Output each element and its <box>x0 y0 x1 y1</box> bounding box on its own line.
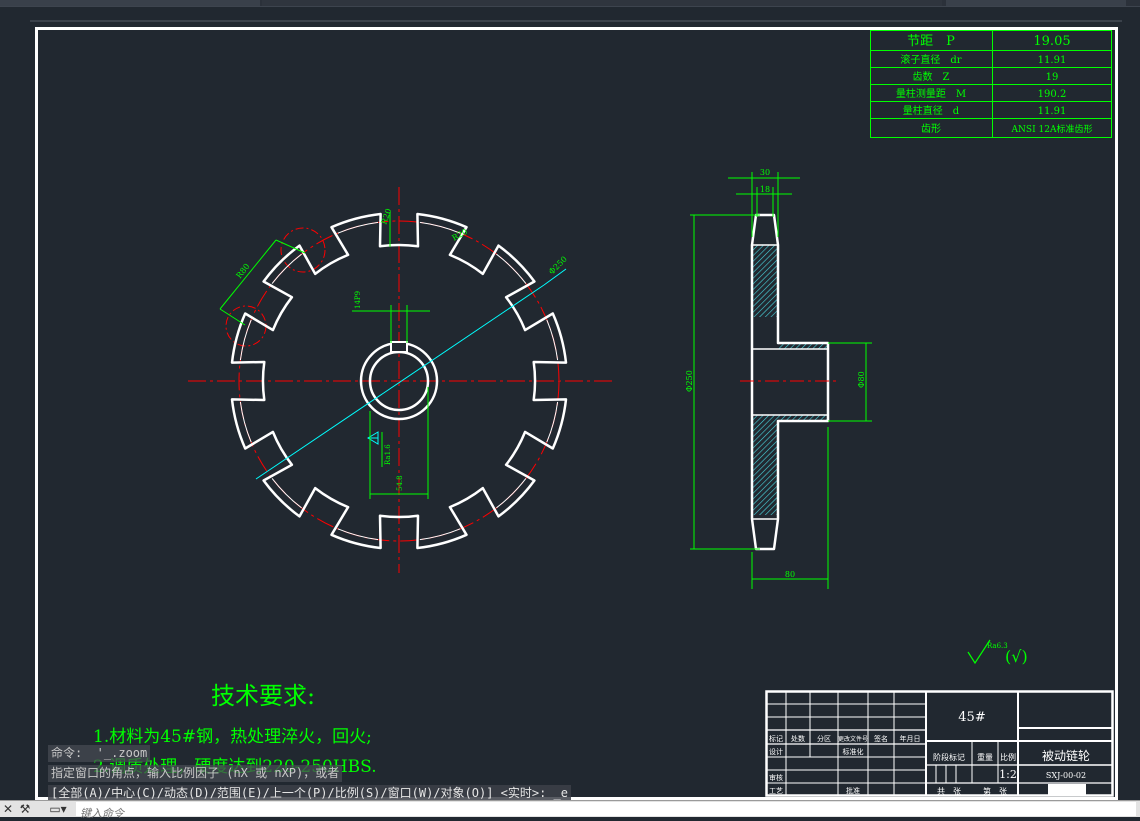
recent-commands-icon[interactable]: ▭▾ <box>44 801 72 817</box>
param-name-2: 齿数 Z <box>913 70 950 83</box>
customize-wrench-icon[interactable]: ⚒ <box>18 801 32 817</box>
tb-header-0: 标记 <box>769 734 783 743</box>
dim-keyway-label: 14P9 <box>354 291 362 309</box>
tb-material: 45# <box>958 710 985 725</box>
keyway <box>390 341 408 353</box>
surface-finish-paren: (√) <box>1005 647 1028 666</box>
tb-ratio: 比例 <box>1000 752 1016 762</box>
tb-header-4: 签名 <box>874 734 888 743</box>
roughness-label: Ra1.6 <box>384 444 392 465</box>
dim-phi80-side: Φ80 <box>857 371 866 388</box>
tb-std: 标准化 <box>843 747 864 756</box>
sprocket-side-view: 30 18 Φ250 Φ80 80 <box>685 168 872 589</box>
command-input[interactable] <box>76 806 684 821</box>
param-name-1: 滚子直径 dr <box>900 53 961 66</box>
tb-stage: 阶段标记 <box>933 752 965 762</box>
param-name-4: 量柱直径 d <box>903 104 960 117</box>
dim-r20-label: R20 <box>379 207 393 225</box>
title-block <box>765 690 1114 797</box>
command-history-line-1: 命令: '_.zoom <box>48 745 151 762</box>
dim-phi250-side: Φ250 <box>685 370 694 392</box>
ribbon-strip <box>0 0 1140 7</box>
param-value-3: 190.2 <box>1038 89 1067 100</box>
command-input-wrap <box>76 802 1136 821</box>
tb-header-2: 分区 <box>817 734 831 743</box>
param-name-3: 量柱测量距 M <box>896 87 966 100</box>
tb-row-process: 工艺 <box>769 787 783 795</box>
dim-80-side: 80 <box>785 570 795 579</box>
param-value-4: 11.91 <box>1038 106 1067 117</box>
command-bar: ✕ ⚒ ▭▾ <box>0 800 1140 821</box>
param-name-0: 节距 P <box>907 34 955 49</box>
param-value-5: ANSI 12A标准齿形 <box>1011 123 1093 135</box>
tb-weight: 重量 <box>977 752 993 762</box>
tb-sheets: 共 张 <box>937 787 961 796</box>
drawing-frame <box>35 27 1118 800</box>
tb-logo <box>1048 784 1086 796</box>
tb-row-review: 审核 <box>769 773 783 782</box>
tech-item-1: 1.材料为45#钢，热处理淬火，回火; <box>93 727 372 747</box>
close-icon[interactable]: ✕ <box>2 801 14 817</box>
param-value-0: 19.05 <box>1033 34 1070 49</box>
dim-30-top: 30 <box>760 168 770 177</box>
dim-keydepth-label: 54.8 <box>396 475 404 491</box>
param-value-1: 11.91 <box>1038 55 1067 66</box>
sprocket-front-view: R80 R20 R20 Φ250 14P9 54.8 Ra1.6 <box>188 187 612 573</box>
command-history-line-2: 指定窗口的角点，输入比例因子 (nX 或 nXP)，或者 <box>48 765 343 782</box>
tb-drawing-no: SXJ-00-02 <box>1046 771 1086 780</box>
tb-sheet: 第 张 <box>983 786 1007 796</box>
dim-r80-label: R80 <box>234 262 251 280</box>
tb-scale: 1:2 <box>999 768 1017 781</box>
tb-part-name: 被动链轮 <box>1042 748 1090 763</box>
dim-18-top: 18 <box>760 185 770 194</box>
surface-finish-symbol: Ra6.3 (√) <box>967 639 1028 666</box>
tech-title: 技术要求: <box>211 682 315 710</box>
tb-row-design: 设计 <box>769 747 783 756</box>
param-value-2: 19 <box>1046 72 1059 83</box>
command-history: 命令: '_.zoom 指定窗口的角点，输入比例因子 (nX 或 nXP)，或者… <box>48 745 571 805</box>
param-name-5: 齿形 <box>921 123 941 135</box>
tb-approve: 批准 <box>846 786 860 795</box>
tb-header-3: 更改文件号 <box>838 735 868 743</box>
tb-header-1: 处数 <box>791 734 805 743</box>
drawing-viewport[interactable]: 节距 P 19.05 滚子直径 dr 11.91 齿数 Z 19 量柱测量距 M… <box>0 7 1140 802</box>
dim-phi250-label: Φ250 <box>547 255 569 277</box>
tb-header-5: 年月日 <box>900 734 921 743</box>
parameter-table: 节距 P 19.05 滚子直径 dr 11.91 齿数 Z 19 量柱测量距 M… <box>870 30 1112 138</box>
